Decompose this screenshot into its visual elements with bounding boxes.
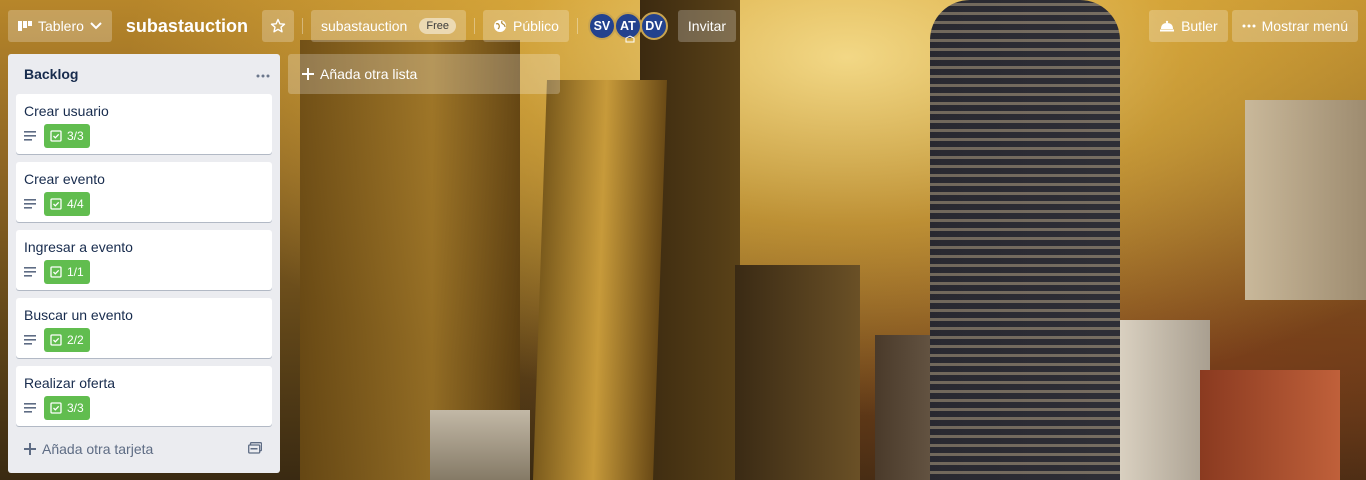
card[interactable]: Buscar un evento 2/2	[16, 298, 272, 358]
checklist-badge: 4/4	[44, 192, 90, 216]
card[interactable]: Crear evento 4/4	[16, 162, 272, 222]
background-building	[1245, 100, 1366, 300]
invite-button[interactable]: Invitar	[677, 10, 737, 42]
checkbox-icon	[50, 130, 62, 142]
checkbox-icon	[50, 402, 62, 414]
card-title: Realizar oferta	[24, 375, 116, 391]
ellipsis-icon	[1242, 24, 1256, 28]
plan-badge: Free	[419, 18, 456, 34]
board-header: Tablero subastauction subastauction Free…	[0, 0, 1366, 52]
card[interactable]: Crear usuario 3/3	[16, 94, 272, 154]
visibility-button[interactable]: Público	[482, 10, 569, 42]
chevron-down-icon	[90, 22, 102, 30]
butler-label: Butler	[1181, 18, 1218, 34]
show-menu-button[interactable]: Mostrar menú	[1231, 10, 1358, 42]
header-divider	[301, 18, 303, 34]
card-title: Buscar un evento	[24, 307, 133, 323]
add-list-button[interactable]: Añada otra lista	[288, 54, 560, 94]
description-icon	[24, 403, 36, 413]
list-backlog[interactable]: Backlog Crear usuario 3/3 Crear evento 4	[8, 54, 280, 473]
card[interactable]: Ingresar a evento 1/1	[16, 230, 272, 290]
card[interactable]: Realizar oferta 3/3	[16, 366, 272, 426]
avatar[interactable]: DV	[639, 12, 668, 40]
description-icon	[24, 131, 36, 141]
list-menu-button[interactable]	[256, 66, 270, 82]
plus-icon	[302, 68, 314, 80]
show-menu-label: Mostrar menú	[1261, 18, 1348, 34]
star-icon	[270, 18, 286, 34]
checklist-count: 3/3	[67, 401, 84, 415]
checkbox-icon	[50, 266, 62, 278]
card-badges: 1/1	[24, 260, 264, 284]
checkbox-icon	[50, 334, 62, 346]
background-building	[1200, 370, 1340, 480]
description-icon	[24, 335, 36, 345]
template-icon[interactable]	[248, 441, 263, 457]
board-icon	[18, 20, 32, 32]
background-building	[930, 0, 1120, 480]
member-avatars: SV AT DV	[587, 12, 668, 43]
description-icon	[24, 267, 36, 277]
board-switcher-label: Tablero	[38, 18, 84, 34]
add-card-button[interactable]: Añada otra tarjeta	[24, 441, 153, 457]
globe-icon	[493, 19, 507, 33]
list-header: Backlog	[8, 54, 280, 94]
butler-button[interactable]: Butler	[1149, 10, 1228, 42]
butler-icon	[1159, 20, 1175, 32]
checklist-count: 3/3	[67, 129, 84, 143]
header-divider	[473, 18, 475, 34]
card-badges: 3/3	[24, 124, 264, 148]
card-title: Crear evento	[24, 171, 105, 187]
add-list-label: Añada otra lista	[320, 66, 418, 82]
card-list: Crear usuario 3/3 Crear evento 4/4 Ingre…	[8, 94, 280, 426]
card-title: Crear usuario	[24, 103, 109, 119]
list-footer: Añada otra tarjeta	[16, 435, 270, 463]
checklist-badge: 1/1	[44, 260, 90, 284]
card-badges: 2/2	[24, 328, 264, 352]
background-building	[1120, 320, 1210, 480]
background-building	[430, 410, 530, 480]
avatar-initials: AT	[620, 19, 636, 33]
board-switcher-button[interactable]: Tablero	[8, 10, 112, 42]
admin-icon	[625, 32, 635, 43]
checklist-badge: 3/3	[44, 124, 90, 148]
workspace-button[interactable]: subastauction Free	[310, 10, 466, 42]
avatar[interactable]: SV	[587, 12, 616, 40]
star-button[interactable]	[261, 10, 294, 42]
checklist-badge: 2/2	[44, 328, 90, 352]
card-badges: 3/3	[24, 396, 264, 420]
workspace-name: subastauction	[320, 18, 408, 34]
checklist-count: 1/1	[67, 265, 84, 279]
add-card-label: Añada otra tarjeta	[42, 441, 154, 457]
checkbox-icon	[50, 198, 62, 210]
checklist-count: 4/4	[67, 197, 84, 211]
header-divider	[576, 18, 578, 34]
background-building	[533, 80, 667, 480]
list-title[interactable]: Backlog	[24, 66, 78, 82]
plus-icon	[24, 443, 36, 455]
card-badges: 4/4	[24, 192, 264, 216]
avatar[interactable]: AT	[613, 12, 642, 43]
visibility-label: Público	[512, 18, 559, 34]
ellipsis-icon	[256, 74, 270, 78]
card-title: Ingresar a evento	[24, 239, 133, 255]
board-title[interactable]: subastauction	[118, 16, 256, 37]
checklist-badge: 3/3	[44, 396, 90, 420]
background-building	[735, 265, 860, 480]
checklist-count: 2/2	[67, 333, 84, 347]
description-icon	[24, 199, 36, 209]
